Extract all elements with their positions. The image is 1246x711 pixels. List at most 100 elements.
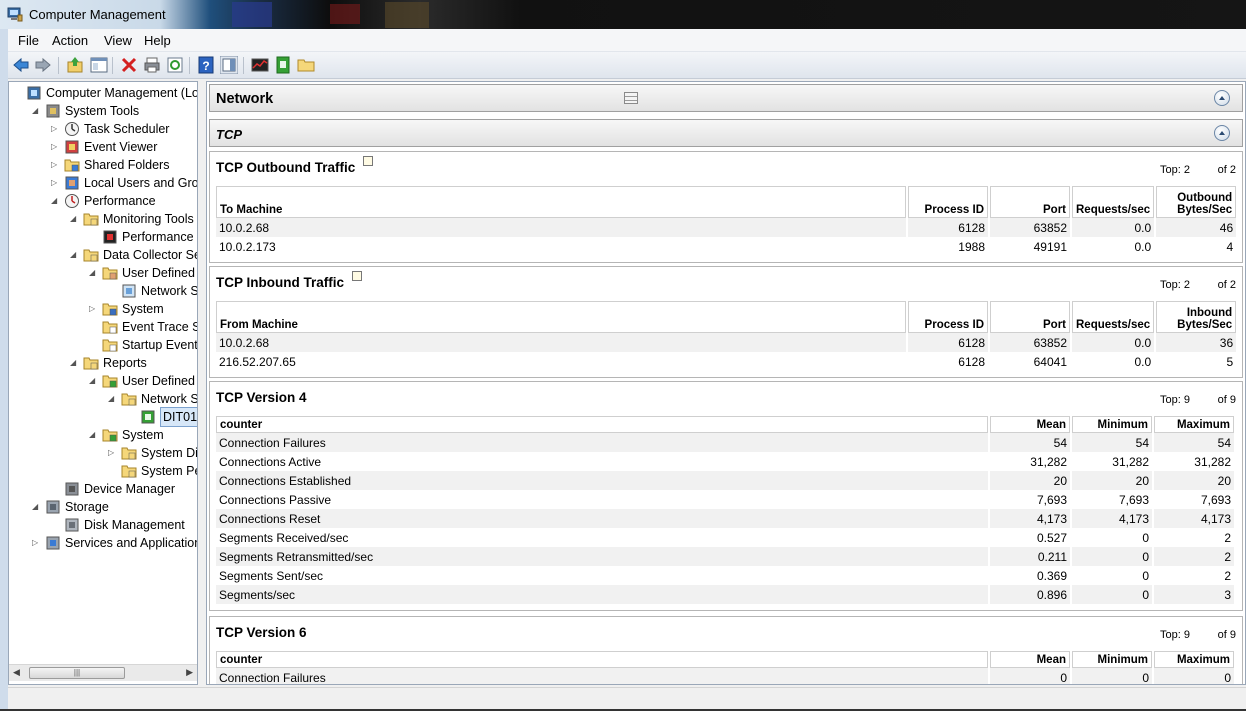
- table-cell: 20: [990, 471, 1070, 490]
- print-icon[interactable]: [143, 56, 161, 74]
- section-title: TCP Version 4: [216, 390, 307, 405]
- pane-splitter[interactable]: [198, 81, 206, 685]
- column-header[interactable]: Inbound Bytes/Sec: [1156, 301, 1237, 333]
- table-cell: 7,693: [1200, 492, 1231, 507]
- tree-node-label: Network Spe: [141, 392, 198, 406]
- refresh-icon[interactable]: [166, 56, 184, 74]
- column-header[interactable]: Process ID: [908, 186, 988, 218]
- column-header[interactable]: Minimum: [1072, 416, 1152, 433]
- table-row[interactable]: Connection Failures 0 0 0: [216, 668, 1234, 684]
- table-cell: 31,282: [1030, 454, 1067, 469]
- table-row[interactable]: 10.0.2.68 6128 63852 0.0 46: [216, 218, 1237, 237]
- up-icon[interactable]: [66, 56, 84, 74]
- column-header[interactable]: Outbound Bytes/Sec: [1156, 186, 1237, 218]
- table-cell: 54: [1154, 433, 1234, 452]
- table-row[interactable]: Segments Retransmitted/sec 0.211 0 2: [216, 547, 1234, 566]
- collapse-arrow-icon: [51, 521, 59, 529]
- menu-help[interactable]: Help: [144, 33, 171, 48]
- scrollbar-thumb[interactable]: |||: [29, 667, 125, 679]
- table-cell: 0: [1072, 585, 1152, 604]
- column-header[interactable]: Process ID: [908, 301, 988, 333]
- table-row[interactable]: Segments Received/sec 0.527 0 2: [216, 528, 1234, 547]
- clock-icon: [65, 122, 79, 136]
- column-header[interactable]: Maximum: [1154, 651, 1234, 668]
- report-folder-icon: [102, 429, 118, 442]
- performance-monitor-icon[interactable]: [251, 56, 269, 74]
- menu-file[interactable]: File: [18, 33, 39, 48]
- disk-icon: [65, 518, 79, 532]
- expand-arrow-icon[interactable]: ▷: [89, 305, 97, 313]
- collapse-arrow-icon: [108, 467, 116, 475]
- table-row[interactable]: Segments Sent/sec 0.369 0 2: [216, 566, 1234, 585]
- back-icon[interactable]: [12, 56, 30, 74]
- table-cell: 0.896: [990, 585, 1070, 604]
- collapse-arrow-icon[interactable]: ◢: [89, 269, 97, 277]
- table-row[interactable]: Connections Passive 7,693 7,693 7,693: [216, 490, 1234, 509]
- column-header[interactable]: From Machine: [216, 301, 906, 333]
- column-header[interactable]: Mean: [990, 416, 1070, 433]
- collapse-arrow-icon[interactable]: ◢: [89, 431, 97, 439]
- column-header[interactable]: Requests/sec: [1072, 186, 1155, 218]
- collapse-icon[interactable]: [1214, 90, 1230, 106]
- table-row[interactable]: Connections Active 31,282 31,282 31,282: [216, 452, 1234, 471]
- scroll-left-arrow-icon[interactable]: ◀: [13, 667, 20, 678]
- table-row[interactable]: 10.0.2.68 6128 63852 0.0 36: [216, 333, 1237, 352]
- menu-action[interactable]: Action: [52, 33, 88, 48]
- column-header[interactable]: Requests/sec: [1072, 301, 1155, 333]
- table-row[interactable]: Connections Reset 4,173 4,173 4,173: [216, 509, 1234, 528]
- expand-arrow-icon[interactable]: ▷: [108, 449, 116, 457]
- expand-arrow-icon[interactable]: ▷: [51, 179, 59, 187]
- collapse-arrow-icon[interactable]: ◢: [70, 251, 78, 259]
- tree-node-label: Task Scheduler: [84, 122, 170, 136]
- edit-icon[interactable]: [352, 271, 362, 281]
- expand-arrow-icon[interactable]: ▷: [32, 539, 40, 547]
- column-header[interactable]: counter: [216, 651, 988, 668]
- expand-arrow-icon[interactable]: ▷: [51, 161, 59, 169]
- show-hide-action-pane-icon[interactable]: [220, 56, 238, 74]
- menu-view[interactable]: View: [104, 33, 132, 48]
- column-header[interactable]: Mean: [990, 651, 1070, 668]
- tree-horizontal-scrollbar[interactable]: ◀ ||| ▶: [9, 664, 197, 681]
- column-header[interactable]: To Machine: [216, 186, 906, 218]
- collapse-arrow-icon: [127, 413, 135, 421]
- table-row[interactable]: 10.0.2.173 1988 49191 0.0 4: [216, 237, 1236, 256]
- table-view-icon[interactable]: [624, 92, 638, 104]
- console-tree[interactable]: Computer Management (Local ◢ System Tools ▷…: [8, 81, 198, 685]
- column-header[interactable]: Port: [990, 186, 1070, 218]
- column-header[interactable]: Maximum: [1154, 416, 1234, 433]
- subsection-title: TCP: [216, 127, 242, 142]
- expand-arrow-icon[interactable]: ▷: [51, 143, 59, 151]
- tcp-section-header[interactable]: TCP: [209, 119, 1243, 147]
- forward-icon[interactable]: [34, 56, 52, 74]
- show-hide-tree-icon[interactable]: [90, 56, 108, 74]
- collapse-icon[interactable]: [1214, 125, 1230, 141]
- edit-icon[interactable]: [363, 156, 373, 166]
- delete-icon[interactable]: [120, 56, 138, 74]
- collapse-arrow-icon[interactable]: ◢: [51, 197, 59, 205]
- tree-node-label: Performance Mo: [122, 230, 197, 244]
- folder-icon[interactable]: [297, 56, 315, 74]
- table-cell: 0.369: [1036, 568, 1067, 583]
- expand-arrow-icon[interactable]: ▷: [51, 125, 59, 133]
- column-header[interactable]: Minimum: [1072, 651, 1152, 668]
- tcp-v6-table: counter Mean Minimum Maximum Connection …: [214, 651, 1236, 684]
- collapse-arrow-icon[interactable]: ◢: [32, 503, 40, 511]
- column-header[interactable]: Port: [990, 301, 1070, 333]
- collapse-arrow-icon[interactable]: ◢: [70, 215, 78, 223]
- network-section-header[interactable]: Network: [209, 84, 1243, 112]
- table-row[interactable]: Segments/sec 0.896 0 3: [216, 585, 1234, 604]
- collapse-arrow-icon[interactable]: ◢: [108, 395, 116, 403]
- table-row[interactable]: Connection Failures 54 54 54: [216, 433, 1234, 452]
- table-row[interactable]: Connections Established 20 20 20: [216, 471, 1234, 490]
- table-cell: 2: [1224, 568, 1231, 583]
- scroll-right-arrow-icon[interactable]: ▶: [186, 667, 193, 678]
- collapse-arrow-icon[interactable]: ◢: [89, 377, 97, 385]
- folder-icon: [83, 213, 99, 226]
- column-header[interactable]: counter: [216, 416, 988, 433]
- collapse-arrow-icon[interactable]: ◢: [70, 359, 78, 367]
- table-row[interactable]: 216.52.207.65 6128 64041 0.0 5: [216, 352, 1236, 371]
- collapse-arrow-icon[interactable]: ◢: [32, 107, 40, 115]
- title-bar[interactable]: Computer Management: [0, 0, 1246, 29]
- help-icon[interactable]: ?: [197, 56, 215, 74]
- report-icon[interactable]: [274, 56, 292, 74]
